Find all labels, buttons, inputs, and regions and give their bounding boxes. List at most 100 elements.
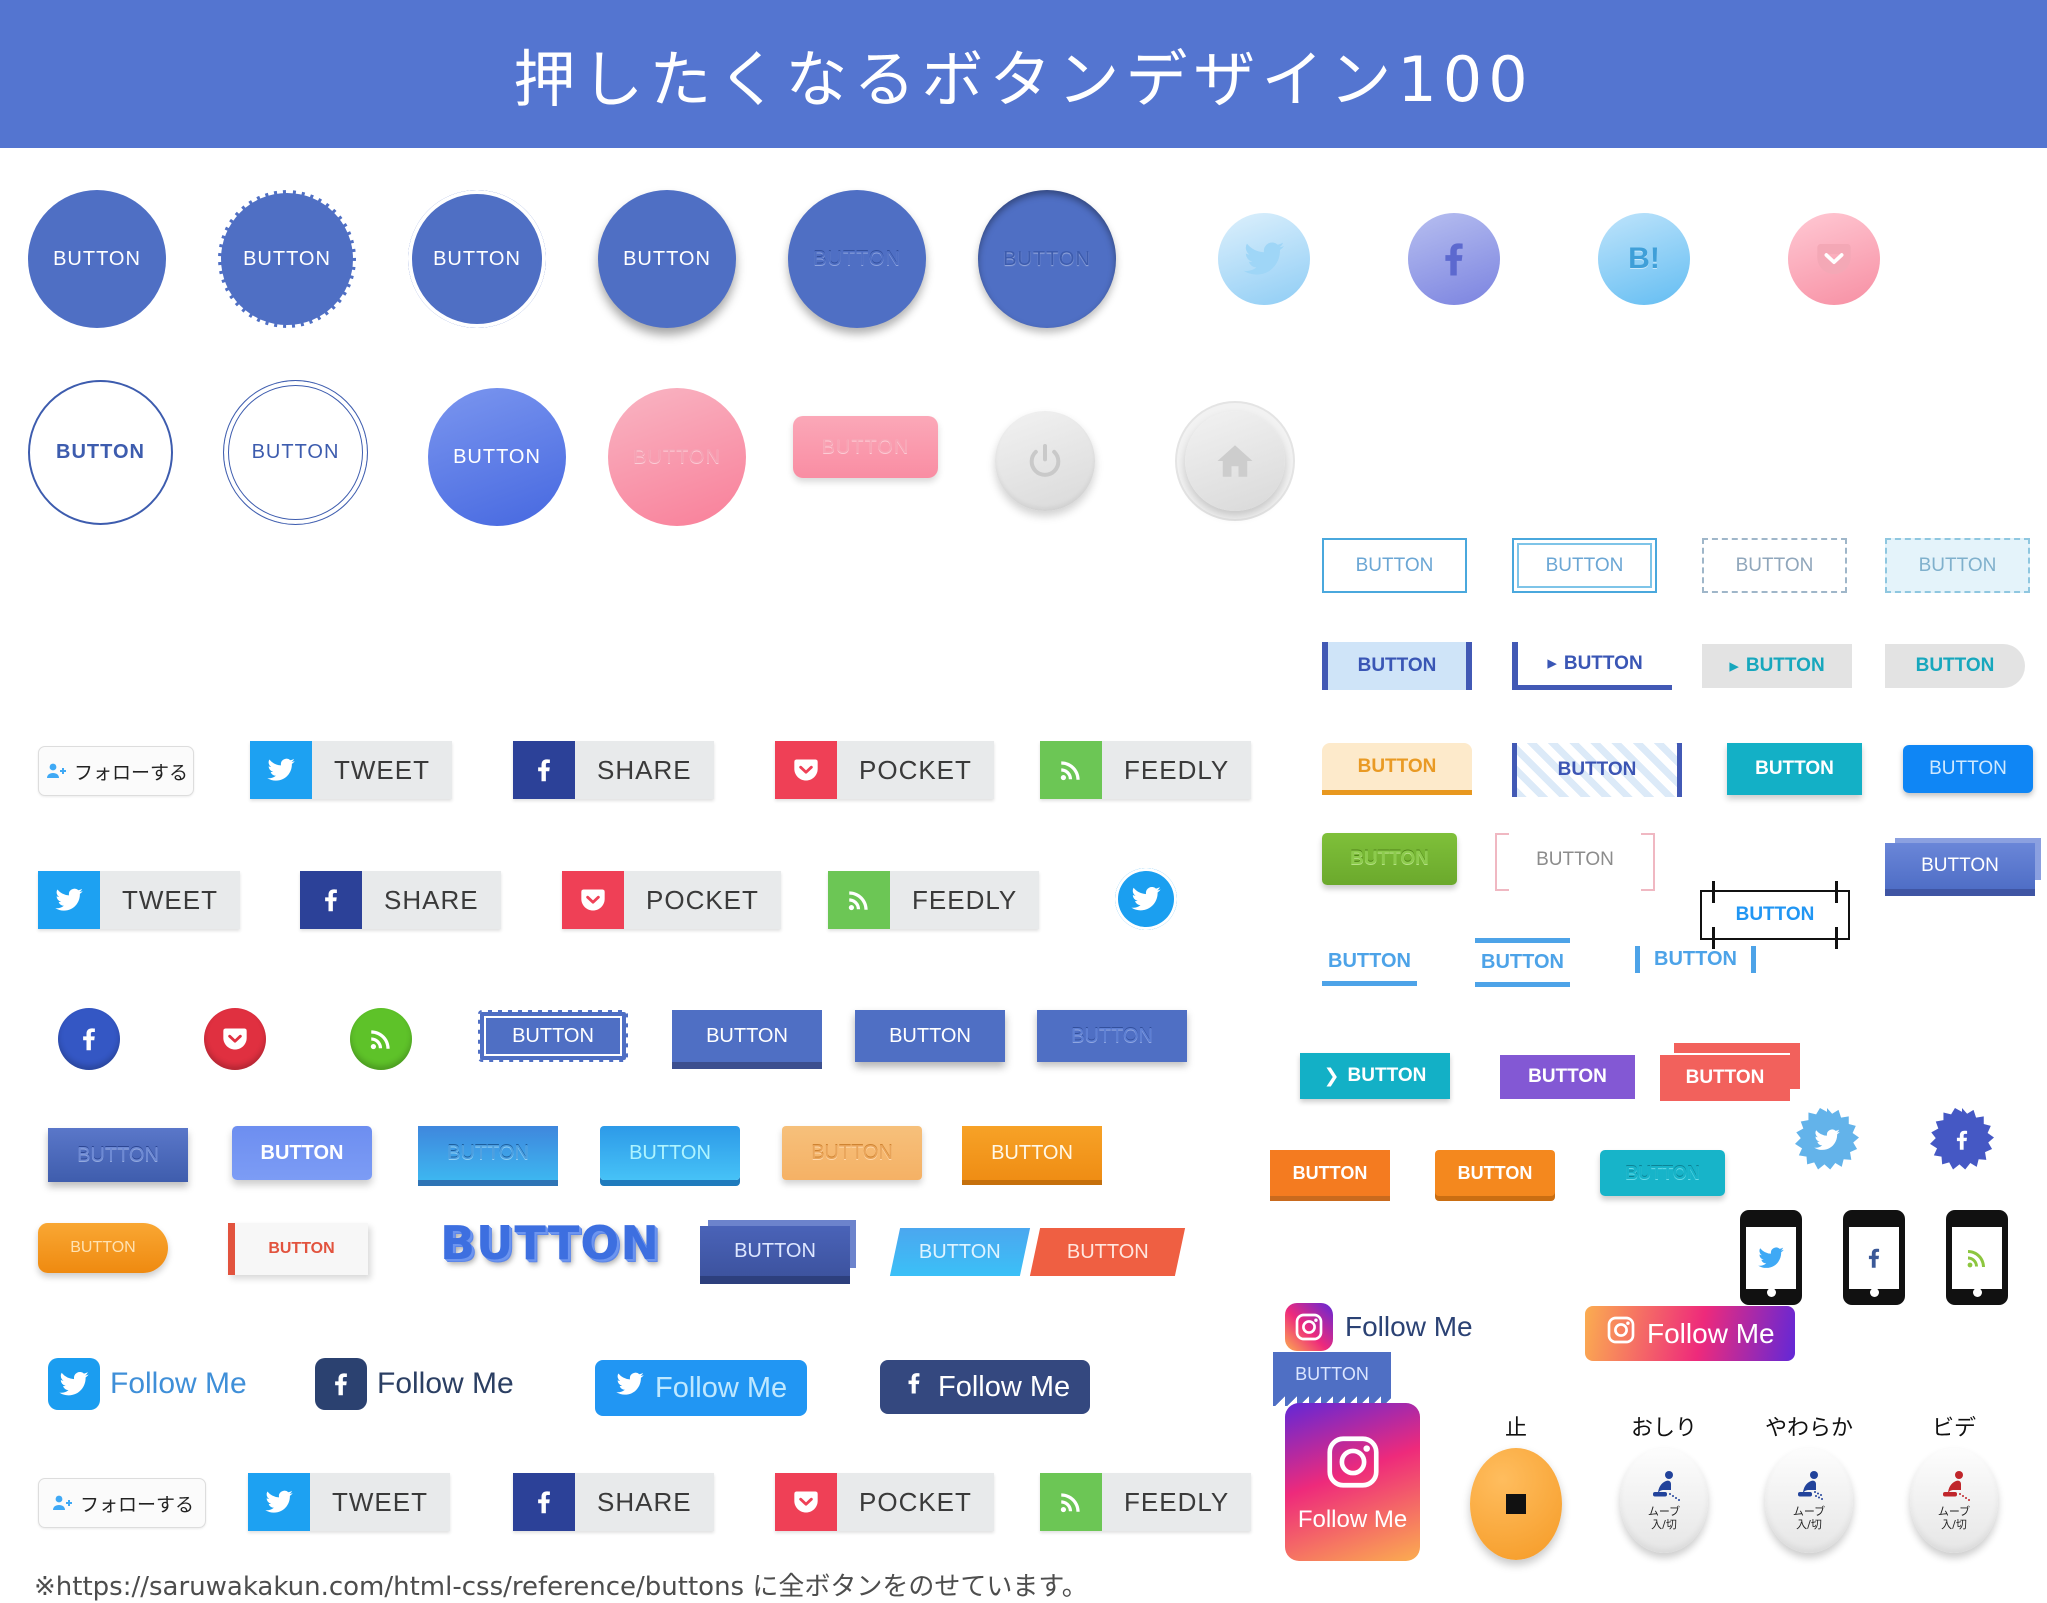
circle-double-outline-button[interactable]: BUTTON <box>223 380 368 525</box>
follow-me-twitter-icon-button[interactable]: Follow Me <box>48 1358 247 1410</box>
phone-button-rss[interactable] <box>1946 1210 2008 1305</box>
gradient-button-periwinkle[interactable]: BUTTON <box>232 1126 372 1180</box>
striped-button[interactable]: BUTTON <box>1512 743 1682 797</box>
gray-arrow-button[interactable]: ▸ BUTTON <box>1702 644 1852 688</box>
toilet-oshiri-button[interactable]: ムーブ 入/切 <box>1620 1448 1708 1553</box>
circle-button-flat[interactable]: BUTTON <box>28 190 166 328</box>
outline-button-dashed[interactable]: BUTTON <box>1702 538 1847 593</box>
follow-button-jp[interactable]: フォローする <box>38 746 194 796</box>
orange-3d-button[interactable]: BUTTON <box>1270 1150 1390 1196</box>
toilet-stop-button[interactable] <box>1470 1448 1562 1560</box>
corner-bar-button[interactable]: ▸ BUTTON <box>1512 642 1672 690</box>
follow-me-twitter-pill-button[interactable]: Follow Me <box>595 1360 808 1416</box>
outline-button-solid[interactable]: BUTTON <box>1322 538 1467 593</box>
round-social-rss[interactable] <box>350 1008 412 1070</box>
instagram-follow-card-button[interactable]: Follow Me <box>1285 1403 1420 1561</box>
share-button-share-3[interactable]: SHARE <box>513 1473 714 1531</box>
share-button-share[interactable]: SHARE <box>513 741 714 799</box>
underline-button-sides[interactable]: BUTTON <box>1635 946 1756 973</box>
blue-3d-block-button[interactable]: BUTTON <box>700 1226 850 1276</box>
circle-social-hatena[interactable]: B! <box>1598 213 1690 305</box>
phone-button-facebook[interactable] <box>1843 1210 1905 1305</box>
zigzag-button[interactable]: BUTTON <box>1273 1352 1391 1406</box>
circle-button-shadow[interactable]: BUTTON <box>598 190 736 328</box>
toilet-yawaraka-button[interactable]: ムーブ 入/切 <box>1765 1448 1853 1553</box>
purple-button[interactable]: BUTTON <box>1500 1053 1635 1101</box>
round-social-facebook[interactable] <box>58 1008 120 1070</box>
page-title: 押したくなるボタンデザイン100 <box>513 43 1534 116</box>
gradient-button-orange[interactable]: BUTTON <box>962 1126 1102 1180</box>
home-button[interactable] <box>1185 411 1285 511</box>
button-label: SHARE <box>575 741 714 799</box>
orange-rounded-button[interactable]: BUTTON <box>1435 1150 1555 1196</box>
pink-rounded-button[interactable]: BUTTON <box>793 416 938 478</box>
teal-arrow-button[interactable]: ❯ BUTTON <box>1300 1053 1450 1099</box>
skew-red-button[interactable]: BUTTON <box>1029 1228 1186 1276</box>
underline-button-topbottom[interactable]: BUTTON <box>1475 938 1570 987</box>
share-button-tweet[interactable]: TWEET <box>250 741 452 799</box>
gray-round-button[interactable]: BUTTON <box>1885 644 2025 688</box>
red-offset-button[interactable]: BUTTON <box>1660 1053 1790 1103</box>
follow-button-jp-2[interactable]: フォローする <box>38 1478 206 1528</box>
circle-button-dashed[interactable]: BUTTON <box>218 190 356 328</box>
share-button-tweet-2[interactable]: TWEET <box>38 871 240 929</box>
gradient-button-blue[interactable]: BUTTON <box>418 1126 558 1180</box>
outline-button-double[interactable]: BUTTON <box>1512 538 1657 593</box>
side-bar-button[interactable]: BUTTON <box>1322 642 1472 690</box>
gradient-button-peach[interactable]: BUTTON <box>782 1126 922 1180</box>
instagram-follow-button-gradient[interactable]: Follow Me <box>1585 1306 1795 1361</box>
follow-me-facebook-icon-button[interactable]: Follow Me <box>315 1358 514 1410</box>
circle-button-ring[interactable]: BUTTON <box>408 190 546 328</box>
share-button-pocket-2[interactable]: POCKET <box>562 871 781 929</box>
corner-marks-button[interactable]: BUTTON <box>1700 881 1850 949</box>
gradient-button-cyan[interactable]: BUTTON <box>600 1126 740 1180</box>
button-label: BUTTON <box>1528 1066 1607 1087</box>
white-red-bar-button[interactable]: BUTTON <box>228 1223 368 1275</box>
round-social-twitter[interactable] <box>1115 868 1177 930</box>
share-button-feedly-3[interactable]: FEEDLY <box>1040 1473 1252 1531</box>
blue-embossed-button[interactable]: BUTTON <box>1037 1010 1187 1062</box>
circle-outline-button[interactable]: BUTTON <box>28 380 173 525</box>
blue-rounded-button[interactable]: BUTTON <box>1903 745 2033 793</box>
skew-blue-button[interactable]: BUTTON <box>889 1228 1031 1276</box>
share-button-feedly[interactable]: FEEDLY <box>1040 741 1252 799</box>
button-label: BUTTON <box>734 1239 816 1262</box>
green-button[interactable]: BUTTON <box>1322 833 1457 885</box>
teal-embossed-button[interactable]: BUTTON <box>1600 1150 1725 1196</box>
share-button-tweet-3[interactable]: TWEET <box>248 1473 450 1531</box>
star-badge-facebook[interactable] <box>1930 1108 1994 1170</box>
gradient-button-navy[interactable]: BUTTON <box>48 1128 188 1182</box>
rss-icon <box>370 1030 390 1050</box>
power-button[interactable] <box>995 411 1095 511</box>
follow-me-facebook-pill-button[interactable]: Follow Me <box>880 1360 1091 1414</box>
bracket-button[interactable]: BUTTON <box>1495 833 1655 891</box>
circle-social-pocket[interactable] <box>1788 213 1880 305</box>
underline-button-bottom[interactable]: BUTTON <box>1322 948 1417 986</box>
orange-pill-button[interactable]: BUTTON <box>38 1223 168 1273</box>
share-button-pocket[interactable]: POCKET <box>775 741 994 799</box>
yellow-underline-button[interactable]: BUTTON <box>1322 743 1472 795</box>
share-button-pocket-3[interactable]: POCKET <box>775 1473 994 1531</box>
share-button-share-2[interactable]: SHARE <box>300 871 501 929</box>
round-social-pocket[interactable] <box>204 1008 266 1070</box>
phone-button-twitter[interactable] <box>1740 1210 1802 1305</box>
bidet-seat-icon <box>1653 1471 1680 1502</box>
share-button-feedly-2[interactable]: FEEDLY <box>828 871 1040 929</box>
blue-3d-button[interactable]: BUTTON <box>1885 843 2035 889</box>
circle-gradient-pink-button[interactable]: BUTTON <box>608 388 746 526</box>
circle-button-embossed[interactable]: BUTTON <box>788 190 926 328</box>
outline-button-dashed-filled[interactable]: BUTTON <box>1885 538 2030 593</box>
toilet-bidet-button[interactable]: ムーブ 入/切 <box>1910 1448 1998 1553</box>
blue-dashed-button[interactable]: BUTTON <box>478 1010 628 1062</box>
circle-social-facebook[interactable] <box>1408 213 1500 305</box>
circle-button-inset[interactable]: BUTTON <box>978 190 1116 328</box>
text-3d-button[interactable]: BUTTON <box>440 1216 660 1270</box>
instagram-follow-button-plain[interactable]: Follow Me <box>1285 1303 1473 1351</box>
circle-gradient-blue-button[interactable]: BUTTON <box>428 388 566 526</box>
blue-soft-shadow-button[interactable]: BUTTON <box>855 1010 1005 1062</box>
blue-hard-shadow-button[interactable]: BUTTON <box>672 1010 822 1062</box>
facebook-icon <box>513 1473 575 1531</box>
circle-social-twitter[interactable] <box>1218 213 1310 305</box>
teal-button[interactable]: BUTTON <box>1727 743 1862 795</box>
star-badge-twitter[interactable] <box>1795 1108 1859 1170</box>
